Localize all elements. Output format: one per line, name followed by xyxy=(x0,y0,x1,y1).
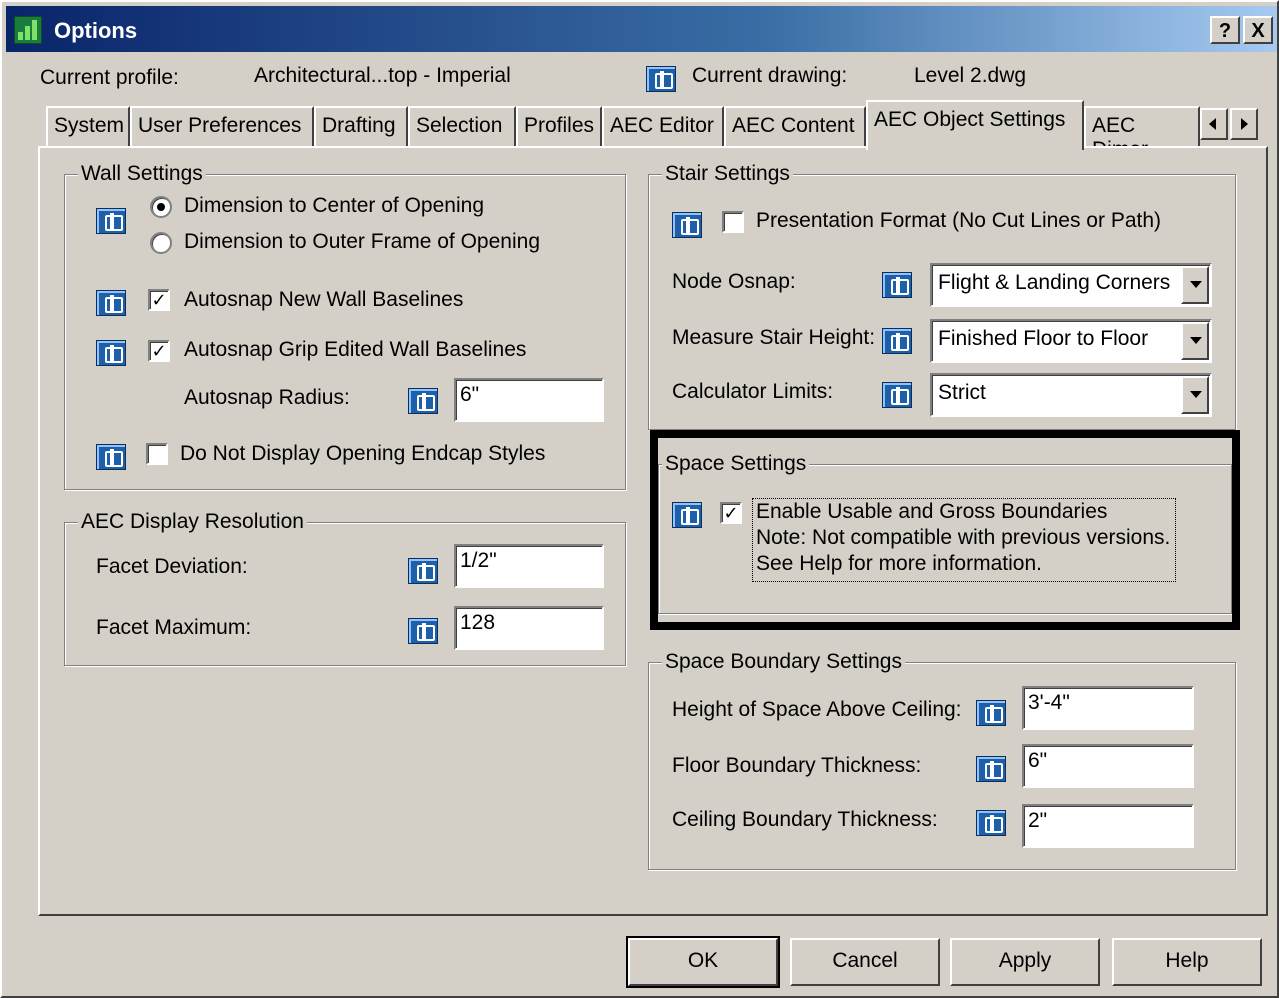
node-osnap-icon xyxy=(882,272,912,298)
endcap-label[interactable]: Do Not Display Opening Endcap Styles xyxy=(180,442,545,466)
tab-scroll-left-icon[interactable] xyxy=(1200,108,1228,140)
node-osnap-value: Flight & Landing Corners xyxy=(938,271,1171,294)
apply-button[interactable]: Apply xyxy=(950,938,1100,986)
above-ceiling-label: Height of Space Above Ceiling: xyxy=(672,698,962,721)
tab-scroll-right-icon[interactable] xyxy=(1230,108,1258,140)
usable-gross-label[interactable]: Enable Usable and Gross Boundaries xyxy=(756,500,1107,524)
autosnap-grip-icon xyxy=(96,340,126,366)
endcap-icon xyxy=(96,444,126,470)
above-ceiling-icon xyxy=(976,700,1006,726)
ceiling-thickness-icon xyxy=(976,810,1006,836)
current-drawing-label: Current drawing: xyxy=(692,64,848,87)
tab-user-preferences[interactable]: User Preferences xyxy=(130,106,314,148)
current-profile-label: Current profile: xyxy=(40,66,179,89)
current-drawing-value: Level 2.dwg xyxy=(914,64,1027,87)
wall-settings-label: Wall Settings xyxy=(78,162,206,186)
help-title-button[interactable]: ? xyxy=(1210,16,1240,44)
tab-drafting[interactable]: Drafting xyxy=(314,106,408,148)
cancel-button[interactable]: Cancel xyxy=(790,938,940,986)
presentation-icon xyxy=(672,212,702,238)
dimension-outer-radio[interactable] xyxy=(150,232,172,254)
drawing-icon xyxy=(646,66,676,92)
space-boundary-label: Space Boundary Settings xyxy=(662,650,905,674)
presentation-label[interactable]: Presentation Format (No Cut Lines or Pat… xyxy=(756,209,1161,233)
facet-maximum-input[interactable]: 128 xyxy=(454,606,604,650)
autosnap-grip-label[interactable]: Autosnap Grip Edited Wall Baselines xyxy=(184,338,526,362)
dimension-outer-label[interactable]: Dimension to Outer Frame of Opening xyxy=(184,230,540,254)
stair-height-select[interactable]: Finished Floor to Floor xyxy=(930,319,1212,363)
compat-note: Note: Not compatible with previous versi… xyxy=(756,526,1171,549)
calculator-limits-select[interactable]: Strict xyxy=(930,373,1212,417)
facet-deviation-label: Facet Deviation: xyxy=(96,555,248,578)
stair-height-label: Measure Stair Height: xyxy=(672,326,876,349)
usable-gross-checkbox[interactable]: ✓ xyxy=(720,502,742,524)
tab-aec-editor[interactable]: AEC Editor xyxy=(602,106,724,148)
above-ceiling-input[interactable]: 3'-4" xyxy=(1022,686,1194,730)
autosnap-new-icon xyxy=(96,290,126,316)
help-button[interactable]: Help xyxy=(1112,938,1262,986)
tab-selection[interactable]: Selection xyxy=(408,106,516,148)
dimension-center-radio[interactable] xyxy=(150,196,172,218)
stair-height-value: Finished Floor to Floor xyxy=(938,327,1149,350)
dimension-center-label[interactable]: Dimension to Center of Opening xyxy=(184,194,484,218)
tab-profiles[interactable]: Profiles xyxy=(516,106,602,148)
autosnap-radius-icon xyxy=(408,388,438,414)
options-dialog: Options ? X Current profile: Architectur… xyxy=(0,0,1279,998)
app-icon xyxy=(14,16,42,44)
space-boundaries-icon xyxy=(672,502,702,528)
title-bar[interactable] xyxy=(6,6,1277,52)
tab-aec-dimension[interactable]: AEC Dimer xyxy=(1084,106,1200,148)
autosnap-new-label[interactable]: Autosnap New Wall Baselines xyxy=(184,288,463,312)
node-osnap-label: Node Osnap: xyxy=(672,270,796,293)
floor-thickness-icon xyxy=(976,756,1006,782)
stair-height-icon xyxy=(882,328,912,354)
wall-dimension-icon xyxy=(96,208,126,234)
autosnap-radius-input[interactable]: 6" xyxy=(454,378,604,422)
floor-thickness-label: Floor Boundary Thickness: xyxy=(672,754,922,777)
chevron-down-icon[interactable] xyxy=(1181,376,1209,414)
autosnap-radius-label: Autosnap Radius: xyxy=(184,386,350,409)
calculator-limits-label: Calculator Limits: xyxy=(672,380,834,403)
floor-thickness-input[interactable]: 6" xyxy=(1022,744,1194,788)
tab-system[interactable]: System xyxy=(46,106,130,148)
facet-maximum-label: Facet Maximum: xyxy=(96,616,252,639)
stair-settings-label: Stair Settings xyxy=(662,162,793,186)
space-settings-label: Space Settings xyxy=(662,452,810,476)
facet-maximum-icon xyxy=(408,618,438,644)
facet-deviation-icon xyxy=(408,558,438,584)
tab-aec-object-settings[interactable]: AEC Object Settings xyxy=(866,100,1084,150)
node-osnap-select[interactable]: Flight & Landing Corners xyxy=(930,263,1212,307)
presentation-checkbox[interactable] xyxy=(722,211,744,233)
facet-deviation-input[interactable]: 1/2" xyxy=(454,544,604,588)
current-profile-value: Architectural...top - Imperial xyxy=(254,64,511,87)
chevron-down-icon[interactable] xyxy=(1181,322,1209,360)
tab-aec-content[interactable]: AEC Content xyxy=(724,106,866,148)
calculator-limits-value: Strict xyxy=(938,381,986,404)
help-note: See Help for more information. xyxy=(756,552,1042,575)
close-button[interactable]: X xyxy=(1243,16,1273,44)
ceiling-thickness-label: Ceiling Boundary Thickness: xyxy=(672,808,938,831)
endcap-checkbox[interactable] xyxy=(146,443,168,465)
ceiling-thickness-input[interactable]: 2" xyxy=(1022,804,1194,848)
calculator-limits-icon xyxy=(882,382,912,408)
autosnap-new-checkbox[interactable]: ✓ xyxy=(148,289,170,311)
autosnap-grip-checkbox[interactable]: ✓ xyxy=(148,340,170,362)
display-resolution-label: AEC Display Resolution xyxy=(78,510,307,534)
chevron-down-icon[interactable] xyxy=(1181,266,1209,304)
ok-button[interactable]: OK xyxy=(626,936,780,988)
window-title: Options xyxy=(54,18,138,43)
